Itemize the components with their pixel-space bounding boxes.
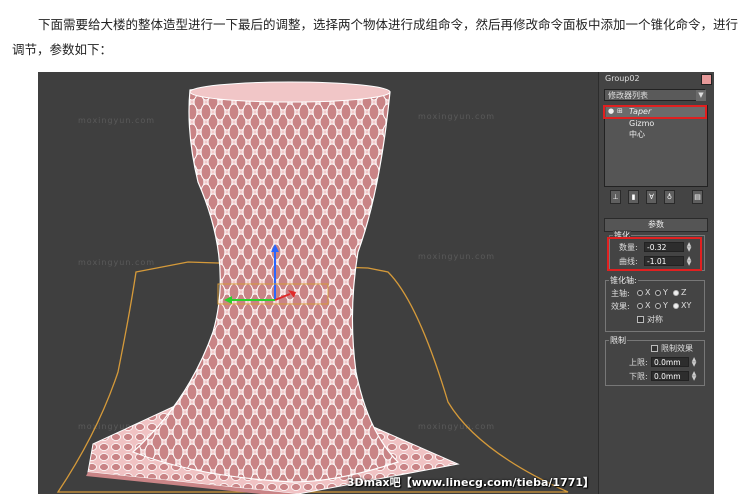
primary-y-label: Y xyxy=(663,288,668,297)
limit-effect-checkbox[interactable] xyxy=(651,345,658,352)
primary-z-label: Z xyxy=(681,288,687,297)
intro-paragraph: 下面需要给大楼的整体造型进行一下最后的调整，选择两个物体进行成组命令，然后再修改… xyxy=(12,17,739,57)
primary-axis-label: 主轴: xyxy=(611,289,630,298)
effect-xy-label: XY xyxy=(681,301,692,310)
object-color-swatch[interactable] xyxy=(701,74,712,85)
stack-item-center[interactable]: 中心 xyxy=(629,129,645,140)
primary-x-label: X xyxy=(645,288,651,297)
object-name-field[interactable]: Group02 xyxy=(605,74,705,85)
forum-caption: 3Dmax吧【www.linecg.com/tieba/1771】 xyxy=(346,476,594,489)
stack-item-gizmo[interactable]: Gizmo xyxy=(629,119,654,128)
effect-x-label: X xyxy=(645,301,651,310)
highlight-box xyxy=(607,237,702,271)
lower-limit-spinner[interactable]: ▲ ▼ xyxy=(691,371,697,382)
effect-x-radio[interactable] xyxy=(637,303,643,309)
symmetry-checkbox[interactable] xyxy=(637,316,644,323)
tower-mesh-render xyxy=(56,81,569,494)
effect-xy-radio[interactable] xyxy=(673,303,679,309)
taper-axis-label: 锥化轴: xyxy=(609,275,638,286)
effect-y-label: Y xyxy=(663,301,668,310)
highlight-box xyxy=(603,105,707,119)
pin-stack-icon[interactable]: ⊥ xyxy=(610,190,621,204)
primary-z-radio[interactable] xyxy=(673,290,679,296)
limit-effect-label: 限制效果 xyxy=(661,344,693,353)
upper-limit-label: 上限: xyxy=(629,358,648,367)
upper-limit-field[interactable]: 0.0mm xyxy=(651,357,689,367)
perspective-viewport[interactable]: moxingyun.com moxingyun.com moxingyun.co… xyxy=(38,72,598,494)
primary-y-radio[interactable] xyxy=(655,290,661,296)
limits-label: 限制 xyxy=(609,335,627,346)
chevron-down-icon[interactable]: ▼ xyxy=(696,90,706,101)
make-unique-icon[interactable]: ∀ xyxy=(646,190,657,204)
configure-sets-icon[interactable]: ▤ xyxy=(692,190,703,204)
effect-axis-label: 效果: xyxy=(611,302,630,311)
primary-x-radio[interactable] xyxy=(637,290,643,296)
upper-limit-spinner[interactable]: ▲ ▼ xyxy=(691,357,697,368)
stack-toolbar: ⊥ ▮ ∀ ♁ ▤ xyxy=(604,190,706,204)
modifier-list-dropdown[interactable]: 修改器列表 xyxy=(604,89,705,101)
symmetry-label: 对称 xyxy=(647,315,663,324)
lower-limit-field[interactable]: 0.0mm xyxy=(651,371,689,381)
remove-modifier-icon[interactable]: ♁ xyxy=(664,190,675,204)
max-screenshot: moxingyun.com moxingyun.com moxingyun.co… xyxy=(38,72,714,494)
command-panel: Group02 修改器列表 ▼ ● ⊞ Taper Gizmo 中心 ⊥ ▮ ∀… xyxy=(598,72,714,494)
effect-y-radio[interactable] xyxy=(655,303,661,309)
show-end-result-icon[interactable]: ▮ xyxy=(628,190,639,204)
lower-limit-label: 下限: xyxy=(629,372,648,381)
